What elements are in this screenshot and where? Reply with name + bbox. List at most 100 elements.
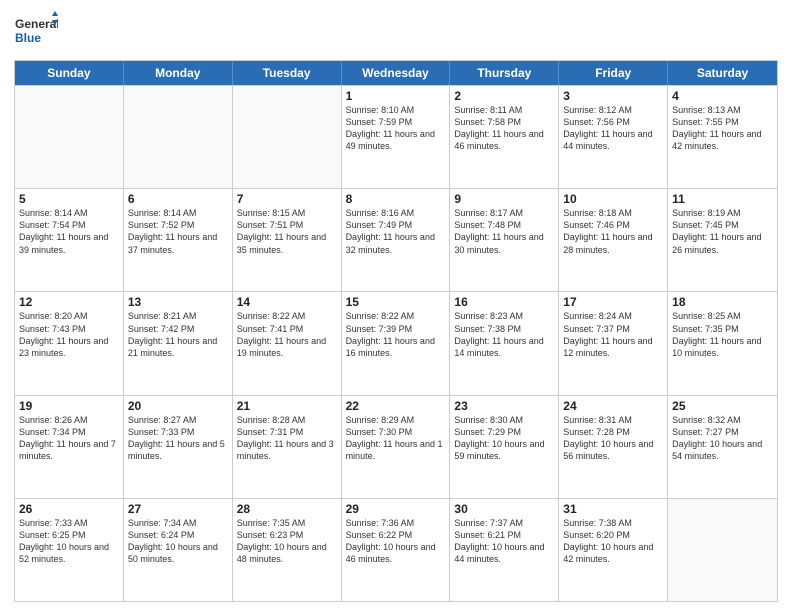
day-info: Sunrise: 8:23 AM Sunset: 7:38 PM Dayligh… [454, 310, 554, 359]
calendar-day-cell: 1Sunrise: 8:10 AM Sunset: 7:59 PM Daylig… [342, 86, 451, 188]
calendar-day-cell: 17Sunrise: 8:24 AM Sunset: 7:37 PM Dayli… [559, 292, 668, 394]
day-info: Sunrise: 7:38 AM Sunset: 6:20 PM Dayligh… [563, 517, 663, 566]
calendar-day-cell: 29Sunrise: 7:36 AM Sunset: 6:22 PM Dayli… [342, 499, 451, 601]
day-number: 20 [128, 399, 228, 413]
day-number: 24 [563, 399, 663, 413]
day-number: 27 [128, 502, 228, 516]
weekday-header: Wednesday [342, 61, 451, 85]
calendar-day-cell: 2Sunrise: 8:11 AM Sunset: 7:58 PM Daylig… [450, 86, 559, 188]
calendar-body: 1Sunrise: 8:10 AM Sunset: 7:59 PM Daylig… [15, 85, 777, 601]
calendar-day-cell: 27Sunrise: 7:34 AM Sunset: 6:24 PM Dayli… [124, 499, 233, 601]
day-number: 13 [128, 295, 228, 309]
day-info: Sunrise: 8:26 AM Sunset: 7:34 PM Dayligh… [19, 414, 119, 463]
logo-svg: General Blue [14, 10, 58, 54]
weekday-header: Thursday [450, 61, 559, 85]
weekday-header: Tuesday [233, 61, 342, 85]
day-number: 10 [563, 192, 663, 206]
calendar-day-cell: 13Sunrise: 8:21 AM Sunset: 7:42 PM Dayli… [124, 292, 233, 394]
day-number: 25 [672, 399, 773, 413]
calendar-day-cell: 11Sunrise: 8:19 AM Sunset: 7:45 PM Dayli… [668, 189, 777, 291]
weekday-header: Saturday [668, 61, 777, 85]
calendar-day-cell: 10Sunrise: 8:18 AM Sunset: 7:46 PM Dayli… [559, 189, 668, 291]
day-info: Sunrise: 8:31 AM Sunset: 7:28 PM Dayligh… [563, 414, 663, 463]
calendar-day-cell [233, 86, 342, 188]
day-info: Sunrise: 7:36 AM Sunset: 6:22 PM Dayligh… [346, 517, 446, 566]
day-number: 23 [454, 399, 554, 413]
day-info: Sunrise: 8:25 AM Sunset: 7:35 PM Dayligh… [672, 310, 773, 359]
day-info: Sunrise: 8:21 AM Sunset: 7:42 PM Dayligh… [128, 310, 228, 359]
calendar-week-row: 26Sunrise: 7:33 AM Sunset: 6:25 PM Dayli… [15, 498, 777, 601]
calendar-day-cell: 21Sunrise: 8:28 AM Sunset: 7:31 PM Dayli… [233, 396, 342, 498]
calendar-day-cell: 3Sunrise: 8:12 AM Sunset: 7:56 PM Daylig… [559, 86, 668, 188]
calendar-day-cell [124, 86, 233, 188]
calendar-day-cell: 7Sunrise: 8:15 AM Sunset: 7:51 PM Daylig… [233, 189, 342, 291]
calendar-day-cell: 19Sunrise: 8:26 AM Sunset: 7:34 PM Dayli… [15, 396, 124, 498]
day-info: Sunrise: 8:22 AM Sunset: 7:41 PM Dayligh… [237, 310, 337, 359]
day-number: 17 [563, 295, 663, 309]
day-number: 19 [19, 399, 119, 413]
day-info: Sunrise: 8:11 AM Sunset: 7:58 PM Dayligh… [454, 104, 554, 153]
calendar-day-cell: 24Sunrise: 8:31 AM Sunset: 7:28 PM Dayli… [559, 396, 668, 498]
calendar-day-cell: 23Sunrise: 8:30 AM Sunset: 7:29 PM Dayli… [450, 396, 559, 498]
day-info: Sunrise: 8:12 AM Sunset: 7:56 PM Dayligh… [563, 104, 663, 153]
calendar-day-cell: 5Sunrise: 8:14 AM Sunset: 7:54 PM Daylig… [15, 189, 124, 291]
day-number: 14 [237, 295, 337, 309]
svg-text:Blue: Blue [15, 31, 41, 45]
day-info: Sunrise: 8:28 AM Sunset: 7:31 PM Dayligh… [237, 414, 337, 463]
day-number: 7 [237, 192, 337, 206]
day-number: 16 [454, 295, 554, 309]
page: General Blue SundayMondayTuesdayWednesda… [0, 0, 792, 612]
svg-text:General: General [15, 17, 58, 31]
day-number: 31 [563, 502, 663, 516]
day-info: Sunrise: 8:17 AM Sunset: 7:48 PM Dayligh… [454, 207, 554, 256]
day-info: Sunrise: 7:35 AM Sunset: 6:23 PM Dayligh… [237, 517, 337, 566]
day-info: Sunrise: 7:34 AM Sunset: 6:24 PM Dayligh… [128, 517, 228, 566]
day-info: Sunrise: 8:14 AM Sunset: 7:52 PM Dayligh… [128, 207, 228, 256]
day-number: 22 [346, 399, 446, 413]
day-number: 5 [19, 192, 119, 206]
day-number: 8 [346, 192, 446, 206]
calendar-day-cell: 6Sunrise: 8:14 AM Sunset: 7:52 PM Daylig… [124, 189, 233, 291]
calendar-day-cell: 15Sunrise: 8:22 AM Sunset: 7:39 PM Dayli… [342, 292, 451, 394]
calendar-week-row: 12Sunrise: 8:20 AM Sunset: 7:43 PM Dayli… [15, 291, 777, 394]
day-info: Sunrise: 8:30 AM Sunset: 7:29 PM Dayligh… [454, 414, 554, 463]
calendar-day-cell [668, 499, 777, 601]
day-number: 30 [454, 502, 554, 516]
calendar-week-row: 1Sunrise: 8:10 AM Sunset: 7:59 PM Daylig… [15, 85, 777, 188]
day-info: Sunrise: 8:29 AM Sunset: 7:30 PM Dayligh… [346, 414, 446, 463]
calendar-day-cell: 9Sunrise: 8:17 AM Sunset: 7:48 PM Daylig… [450, 189, 559, 291]
calendar-day-cell: 31Sunrise: 7:38 AM Sunset: 6:20 PM Dayli… [559, 499, 668, 601]
day-info: Sunrise: 8:32 AM Sunset: 7:27 PM Dayligh… [672, 414, 773, 463]
day-number: 2 [454, 89, 554, 103]
day-info: Sunrise: 8:16 AM Sunset: 7:49 PM Dayligh… [346, 207, 446, 256]
calendar-week-row: 5Sunrise: 8:14 AM Sunset: 7:54 PM Daylig… [15, 188, 777, 291]
calendar-header: SundayMondayTuesdayWednesdayThursdayFrid… [15, 61, 777, 85]
day-info: Sunrise: 7:33 AM Sunset: 6:25 PM Dayligh… [19, 517, 119, 566]
day-info: Sunrise: 8:20 AM Sunset: 7:43 PM Dayligh… [19, 310, 119, 359]
day-info: Sunrise: 8:24 AM Sunset: 7:37 PM Dayligh… [563, 310, 663, 359]
day-info: Sunrise: 8:27 AM Sunset: 7:33 PM Dayligh… [128, 414, 228, 463]
day-number: 29 [346, 502, 446, 516]
calendar: SundayMondayTuesdayWednesdayThursdayFrid… [14, 60, 778, 602]
calendar-day-cell: 28Sunrise: 7:35 AM Sunset: 6:23 PM Dayli… [233, 499, 342, 601]
header: General Blue [14, 10, 778, 54]
calendar-day-cell: 30Sunrise: 7:37 AM Sunset: 6:21 PM Dayli… [450, 499, 559, 601]
day-number: 12 [19, 295, 119, 309]
day-number: 9 [454, 192, 554, 206]
day-number: 4 [672, 89, 773, 103]
calendar-day-cell: 8Sunrise: 8:16 AM Sunset: 7:49 PM Daylig… [342, 189, 451, 291]
day-number: 21 [237, 399, 337, 413]
day-info: Sunrise: 8:13 AM Sunset: 7:55 PM Dayligh… [672, 104, 773, 153]
calendar-day-cell: 18Sunrise: 8:25 AM Sunset: 7:35 PM Dayli… [668, 292, 777, 394]
calendar-day-cell: 16Sunrise: 8:23 AM Sunset: 7:38 PM Dayli… [450, 292, 559, 394]
calendar-day-cell: 4Sunrise: 8:13 AM Sunset: 7:55 PM Daylig… [668, 86, 777, 188]
day-info: Sunrise: 8:19 AM Sunset: 7:45 PM Dayligh… [672, 207, 773, 256]
day-info: Sunrise: 8:22 AM Sunset: 7:39 PM Dayligh… [346, 310, 446, 359]
day-number: 11 [672, 192, 773, 206]
logo: General Blue [14, 10, 58, 54]
day-info: Sunrise: 8:14 AM Sunset: 7:54 PM Dayligh… [19, 207, 119, 256]
day-info: Sunrise: 8:15 AM Sunset: 7:51 PM Dayligh… [237, 207, 337, 256]
day-info: Sunrise: 8:10 AM Sunset: 7:59 PM Dayligh… [346, 104, 446, 153]
calendar-day-cell: 26Sunrise: 7:33 AM Sunset: 6:25 PM Dayli… [15, 499, 124, 601]
day-number: 3 [563, 89, 663, 103]
